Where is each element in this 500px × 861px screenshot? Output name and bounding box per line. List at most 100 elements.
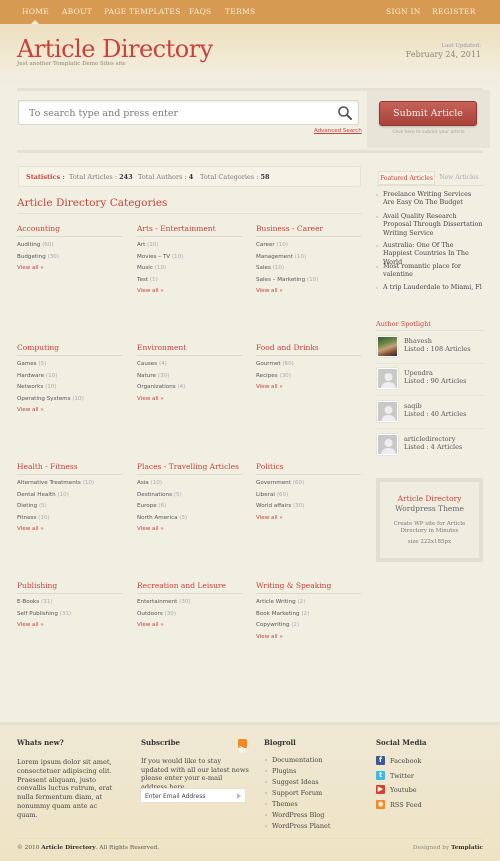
author-name[interactable]: saqib [404,402,422,410]
subcategory-link[interactable]: Gourmet [256,361,281,367]
social-label[interactable]: Youtube [390,786,417,794]
category-title-link[interactable]: Food and Drinks [256,343,361,354]
view-all-link[interactable]: View all » [256,634,361,645]
subcategory-link[interactable]: Management [256,254,293,260]
nav-register[interactable]: REGISTER [432,7,476,16]
category-title-link[interactable]: Publishing [17,581,122,592]
category-title-link[interactable]: Environment [137,343,242,354]
subcategory-link[interactable]: Destinations [137,492,172,498]
subcategory-link[interactable]: North America [137,515,178,521]
view-all-link[interactable]: View all » [137,526,242,537]
subcategory-link[interactable]: Recipes [256,373,278,379]
subcategory-link[interactable]: Alternative Treatments [17,480,81,486]
author-item[interactable]: saqib Listed : 40 Articles [377,401,485,429]
subcategory-link[interactable]: Nature [137,373,156,379]
author-item[interactable]: articledirectory Listed : 4 Articles [377,434,485,462]
subcategory-link[interactable]: Europe [137,503,157,509]
subcategory-link[interactable]: Music [137,265,153,271]
view-all-link[interactable]: View all » [17,526,122,537]
view-all-link[interactable]: View all » [256,384,361,395]
subcategory-link[interactable]: Asia [137,480,149,486]
social-label[interactable]: Facebook [390,757,421,765]
category-title-link[interactable]: Recreation and Leisure [137,581,242,592]
view-all-link[interactable]: View all » [17,265,122,276]
featured-article-link[interactable]: Most romantic place for valentine [383,262,483,279]
nav-terms[interactable]: TERMS [225,7,255,16]
nav-page-templates[interactable]: PAGE TEMPLATES [104,7,181,16]
rss-icon[interactable]: ◉ [376,799,385,809]
view-all-link[interactable]: View all » [17,407,122,418]
subcategory-link[interactable]: Art [137,242,145,248]
subcategory-link[interactable]: Book Marketing [256,611,300,617]
nav-sign-in[interactable]: SIGN IN [386,7,421,16]
social-label[interactable]: RSS Feed [390,801,422,809]
subcategory-link[interactable]: Auditing [17,242,40,248]
view-all-link[interactable]: View all » [137,288,242,299]
category-title-link[interactable]: Places - Travelling Articles [137,462,242,473]
subcategory-link[interactable]: Sales – Marketing [256,277,305,283]
subcategory-link[interactable]: Career [256,242,275,248]
category-title-link[interactable]: Arts - Entertainment [137,224,242,235]
author-name[interactable]: Bhavesh [404,337,432,345]
submit-article-button[interactable]: Submit Article [379,101,477,126]
subcategory-link[interactable]: Networks [17,384,43,390]
subcategory-link[interactable]: Games [17,361,37,367]
nav-home[interactable]: HOME [22,7,49,16]
tab-new-articles[interactable]: New Articles [436,171,482,185]
author-item[interactable]: Upendra Listed : 90 Articles [377,368,485,396]
advanced-search-link[interactable]: Advanced Search [314,128,362,134]
featured-article-link[interactable]: A trip Lauderdale to Miami, Fl [383,283,483,291]
category-title-link[interactable]: Accounting [17,224,122,235]
category-title-link[interactable]: Computing [17,343,122,354]
search-icon[interactable] [337,105,353,121]
subcategory-link[interactable]: Government [256,480,291,486]
author-avatar-photo[interactable] [377,336,398,357]
subcategory-link[interactable]: Self Publishing [17,611,58,617]
blogroll-link[interactable]: Themes [272,800,298,808]
author-name[interactable]: Upendra [404,369,433,377]
blogroll-link[interactable]: Plugins [272,767,296,775]
author-name[interactable]: articledirectory [404,435,455,443]
blogroll-link[interactable]: WordPress Planet [272,822,330,830]
subcategory-link[interactable]: Liberal [256,492,275,498]
search-input[interactable] [29,106,329,120]
category-title-link[interactable]: Politics [256,462,361,473]
subcategory-link[interactable]: Budgeting [17,254,46,260]
view-all-link[interactable]: View all » [17,622,122,633]
subcategory-link[interactable]: World affairs [256,503,291,509]
default-avatar-icon[interactable] [377,368,398,389]
designer-link[interactable]: Templatic [451,845,483,851]
default-avatar-icon[interactable] [377,434,398,455]
subcategory-link[interactable]: Article Writing [256,599,296,605]
blogroll-link[interactable]: Support Forum [272,789,322,797]
subcategory-link[interactable]: Organizations [137,384,176,390]
featured-article-link[interactable]: Avail Quality Research Proposal Through … [383,212,483,237]
site-title[interactable]: Article Directory [17,35,213,63]
category-title-link[interactable]: Writing & Speaking [256,581,361,592]
email-input[interactable] [145,791,233,801]
subcategory-link[interactable]: E-Books [17,599,39,605]
view-all-link[interactable]: View all » [137,396,242,407]
subcategory-link[interactable]: Causes [137,361,157,367]
nav-about[interactable]: ABOUT [62,7,92,16]
category-title-link[interactable]: Business - Career [256,224,361,235]
tab-featured-articles[interactable]: Featured Articles [378,171,435,185]
subcategory-link[interactable]: Test [137,277,148,283]
subcategory-link[interactable]: Entertainment [137,599,177,605]
blogroll-link[interactable]: Suggest Ideas [272,778,319,786]
twitter-icon[interactable]: t [376,770,385,780]
subcategory-link[interactable]: Movies – TV [137,254,170,260]
subcategory-link[interactable]: Fitness [17,515,36,521]
subscribe-arrow-icon[interactable] [237,793,241,799]
subcategory-link[interactable]: Operating Systems [17,396,71,402]
featured-article-link[interactable]: Freelance Writing Services Are Easy On T… [383,190,483,207]
subcategory-link[interactable]: Dieting [17,503,37,509]
theme-ad-banner[interactable]: Article Directory Wordpress Theme Create… [376,478,483,562]
subcategory-link[interactable]: Hardware [17,373,44,379]
subcategory-link[interactable]: Dental Health [17,492,56,498]
youtube-icon[interactable]: ▶ [376,785,385,794]
nav-faqs[interactable]: FAQS [189,7,211,16]
copyright-brand-link[interactable]: Article Directory [41,845,95,851]
view-all-link[interactable]: View all » [256,288,361,299]
category-title-link[interactable]: Health - Fitness [17,462,122,473]
